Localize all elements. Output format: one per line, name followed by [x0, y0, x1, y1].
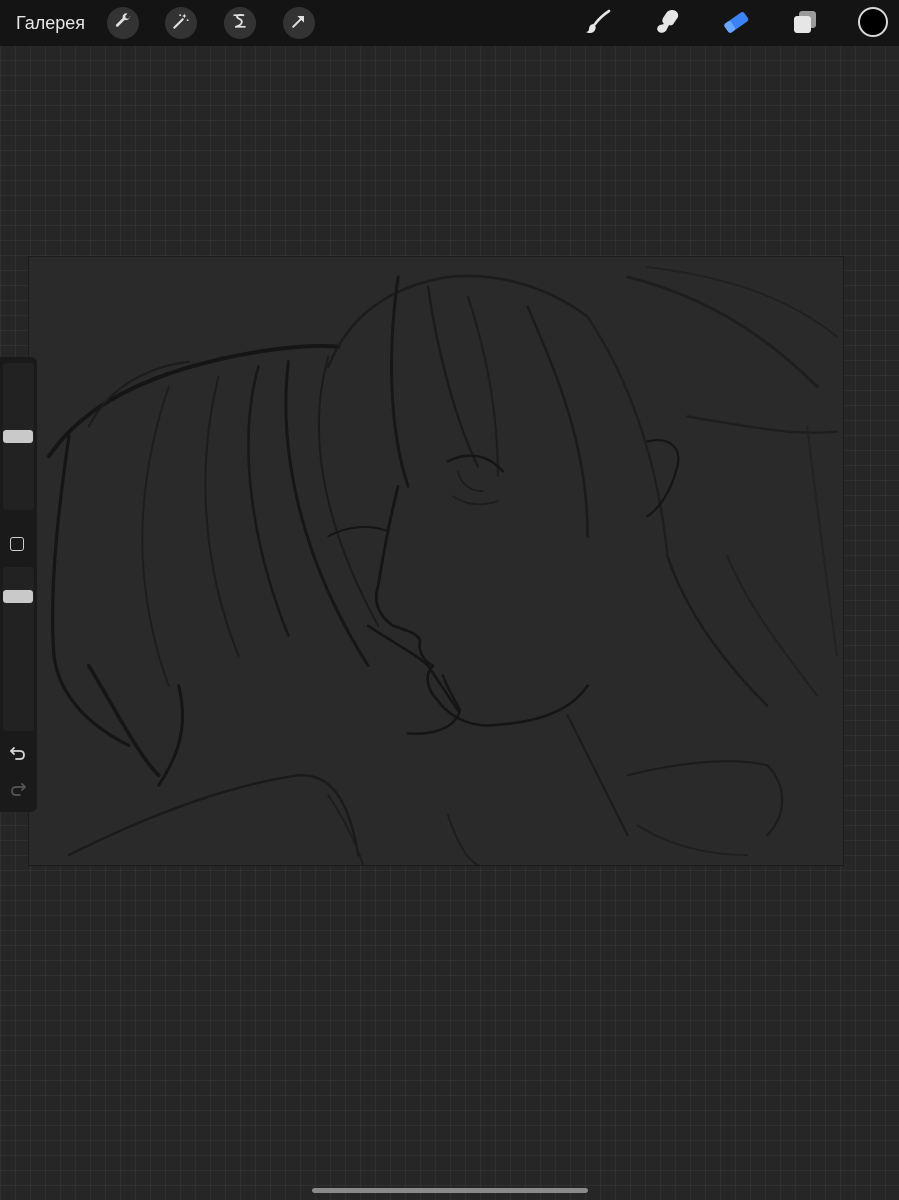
actions-button[interactable] [107, 7, 139, 39]
layers-button[interactable] [788, 7, 822, 41]
transform-arrow-icon [289, 11, 309, 36]
smudge-button[interactable] [650, 7, 684, 41]
transform-button[interactable] [283, 7, 315, 39]
redo-button[interactable] [8, 779, 28, 799]
adjustments-button[interactable] [165, 7, 197, 39]
eraser-icon [721, 7, 751, 42]
color-swatch[interactable] [858, 7, 888, 37]
brush-button[interactable] [581, 7, 615, 41]
opacity-slider[interactable] [3, 567, 34, 731]
wrench-icon [113, 11, 133, 36]
top-toolbar: Галерея [0, 0, 899, 46]
redo-icon [8, 783, 28, 803]
drawing-canvas[interactable] [28, 256, 844, 866]
sketch-artwork [46, 265, 839, 865]
left-sidebar [0, 357, 37, 812]
modify-button[interactable] [10, 537, 24, 551]
undo-button[interactable] [8, 743, 28, 763]
procreate-workspace: Галерея [0, 0, 899, 1200]
eraser-button[interactable] [719, 7, 753, 41]
selection-button[interactable] [224, 7, 256, 39]
home-indicator[interactable] [312, 1188, 588, 1193]
smudge-icon [652, 7, 682, 42]
brush-size-slider[interactable] [3, 363, 34, 510]
layers-icon [790, 7, 820, 42]
gallery-button[interactable]: Галерея [16, 12, 85, 34]
brush-size-thumb[interactable] [3, 430, 33, 443]
opacity-thumb[interactable] [3, 590, 33, 603]
selection-icon [230, 11, 250, 36]
brush-icon [583, 7, 613, 42]
magic-wand-icon [171, 11, 191, 36]
undo-icon [8, 747, 28, 767]
